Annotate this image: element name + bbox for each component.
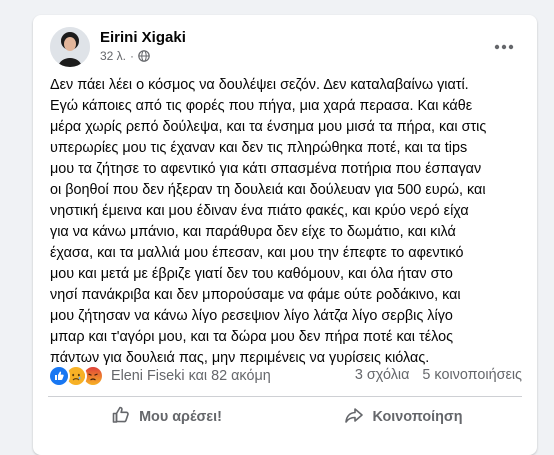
share-label: Κοινοποίηση [372,409,463,425]
post-card: Eirini Xigaki 32 λ. · Δεν πάει λέει ο κό… [33,15,537,455]
like-button[interactable]: Μου αρέσει! [48,400,285,434]
post-time[interactable]: 32 λ. [100,49,126,63]
post-text-line: μου και μετά με έβριζε γιατί δεν του καθ… [50,266,453,282]
post-text-line: νηστική έμεινα και μου έδιναν ένα πιάτο … [50,203,469,219]
post-meta: 32 λ. · [100,49,150,63]
post-actions: Μου αρέσει! Κοινοποίηση [48,400,522,434]
post-text-line: οι βοηθοί που δεν ήξεραν τη δουλειά και … [50,182,486,198]
post-text-line: μου ζήτησαν να κάνω λίγο ρεσεψιον λίγο λ… [50,308,453,324]
like-reaction-icon[interactable] [48,365,70,387]
more-options-icon[interactable] [490,33,518,61]
post-text-line: μου τα ζήτησε το αφεντικό για κάτι σπασμ… [50,161,482,177]
share-arrow-icon [344,405,372,429]
post-text-line: υπερωρίες μου τις έχαναν και δεν τις πλη… [50,140,468,156]
post-text-line: Εγώ κάποιες από τις φορές που πήγα, μια … [50,98,473,114]
post-text: Δεν πάει λέει ο κόσμος να δουλέψει σεζόν… [50,75,522,369]
thumbs-up-icon [111,405,139,429]
author-avatar[interactable] [50,27,90,67]
post-header: Eirini Xigaki 32 λ. · [50,27,520,67]
globe-icon [138,50,150,62]
actions-divider [48,396,522,397]
meta-separator: · [130,49,135,63]
engagement-counts: 3 σχόλια 5 κοινοποιήσεις [355,367,522,383]
post-text-line: έχασα, και τα μαλλιά μου έπεσαν, και μου… [50,245,464,261]
post-text-line: νησί πανάκριβα και δεν μπορούσαμε να φάμ… [50,287,461,303]
post-text-line: μέρα χωρίς ρεπό δούλεψα, και τα ένσημα μ… [50,119,487,135]
author-name[interactable]: Eirini Xigaki [100,29,186,46]
reactions-summary[interactable]: Eleni Fiseki και 82 ακόμη [111,368,271,384]
post-text-line: μπαρ και τ'αγόρι μου, και τα δώρα μου δε… [50,329,454,345]
post-text-line: για να κάνω μπάνιο, και παράθυρα δεν είχ… [50,224,456,240]
shares-count[interactable]: 5 κοινοποιήσεις [422,367,522,383]
like-label: Μου αρέσει! [139,409,222,425]
share-button[interactable]: Κοινοποίηση [285,400,522,434]
reactions-bar: Eleni Fiseki και 82 ακόμη 3 σχόλια 5 κοι… [48,364,522,388]
post-text-line: Δεν πάει λέει ο κόσμος να δουλέψει σεζόν… [50,77,469,93]
comments-count[interactable]: 3 σχόλια [355,367,410,383]
